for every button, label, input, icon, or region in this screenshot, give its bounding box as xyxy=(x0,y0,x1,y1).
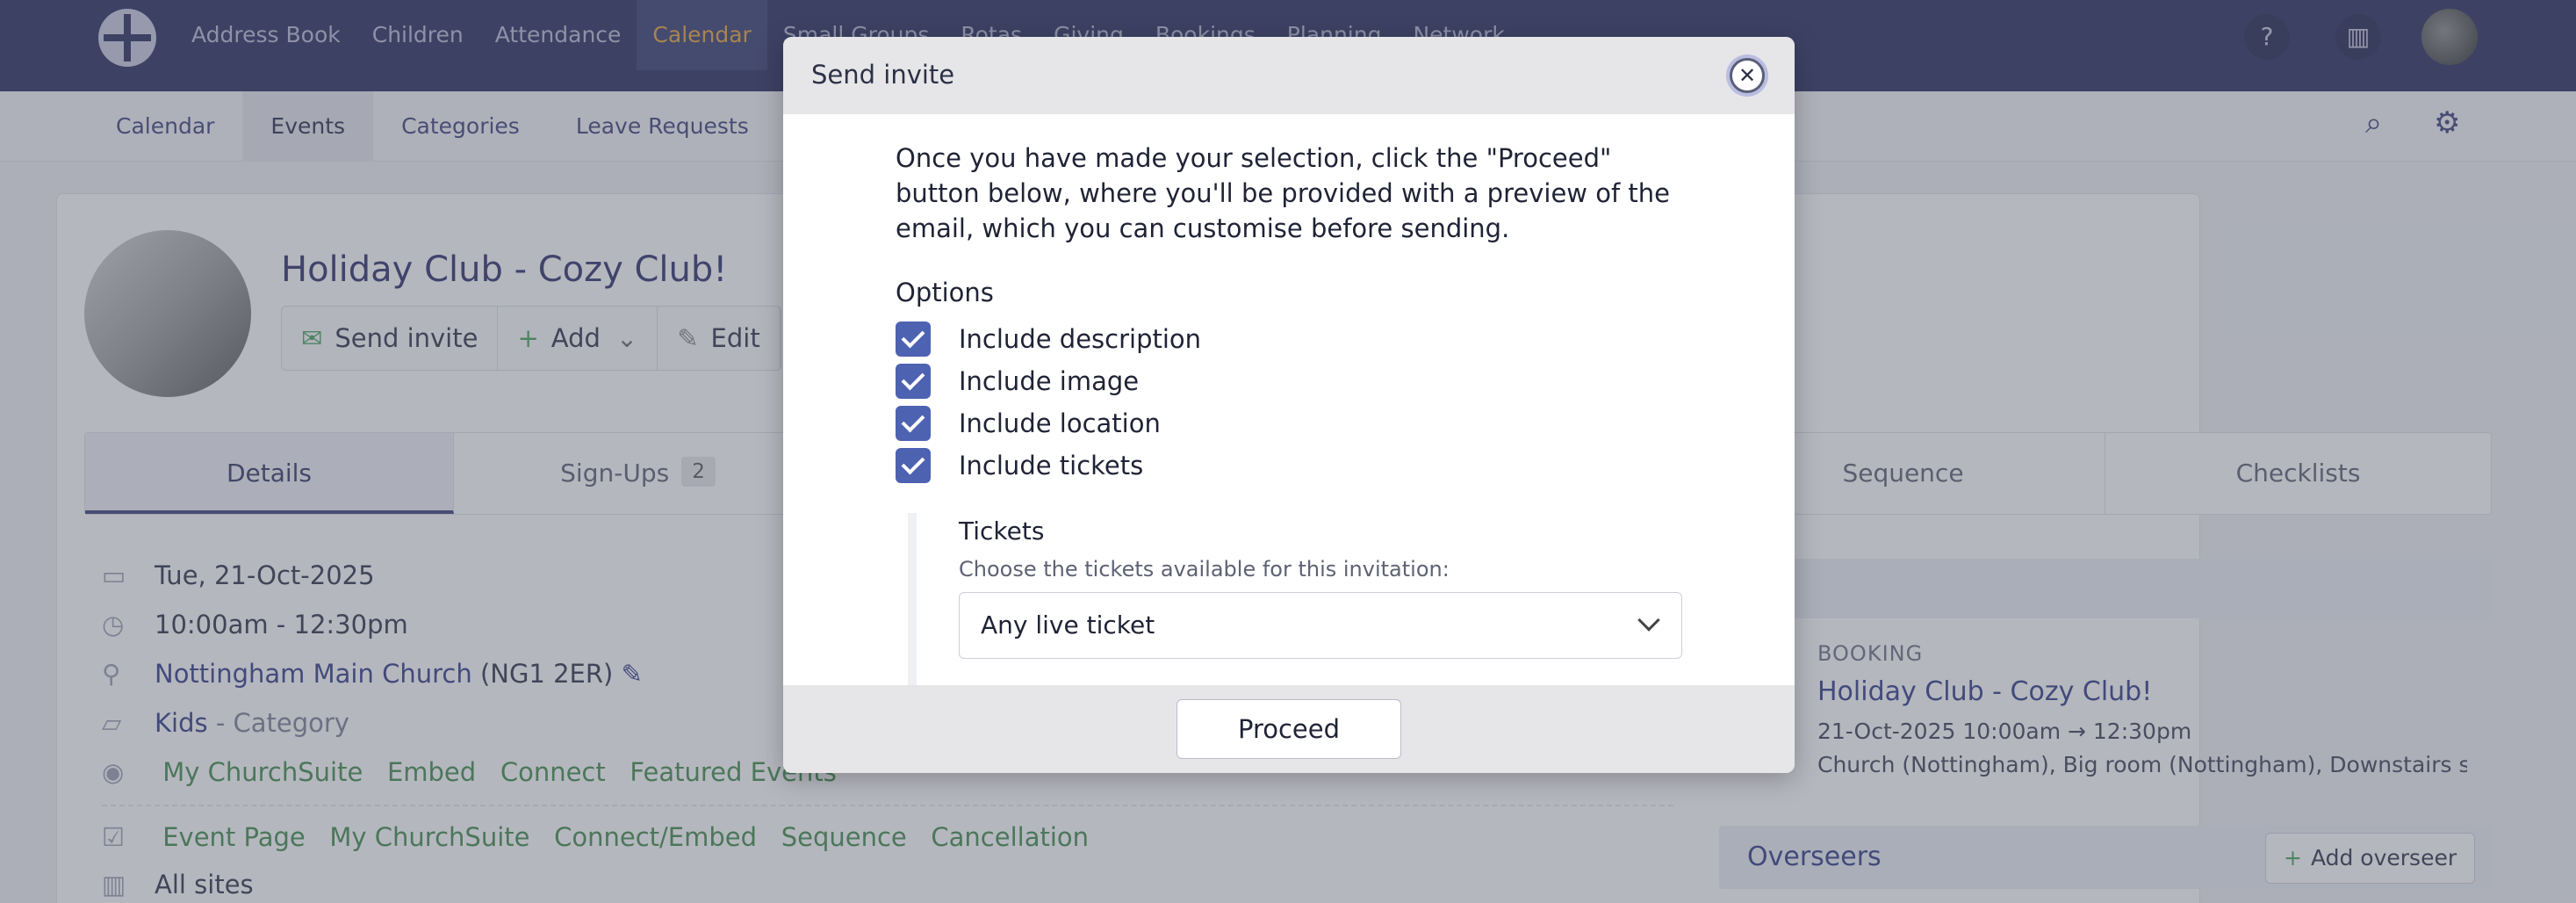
checkbox-include-image[interactable] xyxy=(896,364,931,399)
tickets-select[interactable]: Any live ticket xyxy=(959,592,1682,659)
modal-title: Send invite xyxy=(811,60,955,90)
option-label: Include description xyxy=(959,324,1202,354)
options-label: Options xyxy=(896,278,994,307)
checkbox-include-location[interactable] xyxy=(896,406,931,441)
tickets-indent-bar xyxy=(908,513,917,694)
close-icon[interactable]: ✕ xyxy=(1730,58,1765,93)
modal-intro-text: Once you have made your selection, click… xyxy=(896,143,1670,243)
tickets-label: Tickets xyxy=(959,517,1045,545)
option-include-tickets[interactable]: Include tickets xyxy=(896,448,1143,483)
option-label: Include tickets xyxy=(959,451,1144,480)
option-label: Include location xyxy=(959,408,1161,438)
tickets-select-value: Any live ticket xyxy=(981,610,1155,639)
proceed-button[interactable]: Proceed xyxy=(1176,699,1401,759)
tickets-help-text: Choose the tickets available for this in… xyxy=(959,557,1450,582)
option-label: Include image xyxy=(959,366,1140,396)
chevron-down-icon xyxy=(1637,609,1660,632)
modal-footer: Proceed xyxy=(783,685,1795,773)
option-include-description[interactable]: Include description xyxy=(896,321,1201,357)
option-include-image[interactable]: Include image xyxy=(896,364,1139,399)
checkbox-include-tickets[interactable] xyxy=(896,448,931,483)
modal-header: Send invite ✕ xyxy=(783,37,1795,114)
option-include-location[interactable]: Include location xyxy=(896,406,1161,441)
checkbox-include-description[interactable] xyxy=(896,321,931,357)
send-invite-modal: Send invite ✕ Once you have made your se… xyxy=(783,37,1795,773)
